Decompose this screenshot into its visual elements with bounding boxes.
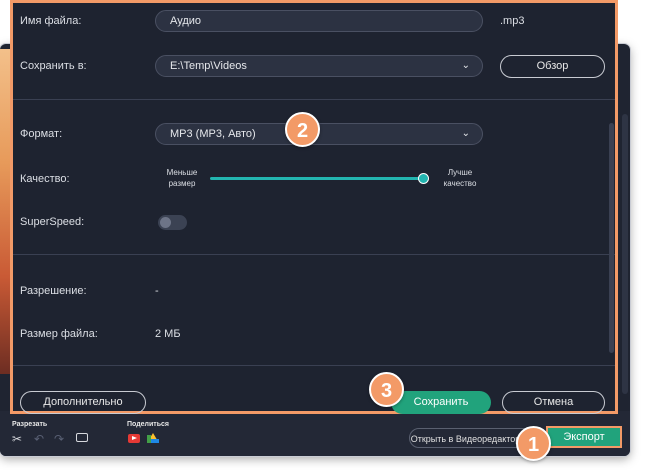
quality-min-label: Меньше размер xyxy=(166,168,198,188)
resolution-label: Разрешение: xyxy=(20,285,87,297)
quality-max-label: Лучше качество xyxy=(443,168,477,188)
callout-1: 1 xyxy=(516,426,551,461)
quality-slider-thumb[interactable] xyxy=(418,173,429,184)
save-to-value: E:\Temp\Videos xyxy=(170,60,247,72)
chevron-down-icon: ⌄ xyxy=(461,60,470,71)
youtube-icon[interactable] xyxy=(128,434,140,443)
preview-image xyxy=(0,49,10,374)
scissors-icon[interactable]: ✂ xyxy=(12,432,22,446)
browse-button[interactable]: Обзор xyxy=(500,55,605,78)
divider xyxy=(13,254,615,255)
callout-2: 2 xyxy=(285,112,320,147)
filename-input[interactable]: Аудио xyxy=(155,10,483,32)
superspeed-label: SuperSpeed: xyxy=(20,216,85,228)
save-to-select[interactable]: E:\Temp\Videos ⌄ xyxy=(155,55,483,77)
chevron-down-icon: ⌄ xyxy=(461,128,470,139)
app-scrollbar[interactable] xyxy=(622,114,628,394)
format-value: MP3 (MP3, Авто) xyxy=(170,128,256,140)
filename-value: Аудио xyxy=(170,15,202,27)
undo-icon[interactable]: ↶ xyxy=(34,432,44,446)
camera-icon[interactable] xyxy=(76,433,88,442)
filesize-label: Размер файла: xyxy=(20,328,98,340)
redo-icon[interactable]: ↷ xyxy=(54,432,64,446)
export-dialog: Имя файла: Аудио .mp3 Сохранить в: E:\Te… xyxy=(10,0,618,414)
quality-slider-track[interactable] xyxy=(210,177,423,180)
callout-3: 3 xyxy=(369,372,404,407)
advanced-button[interactable]: Дополнительно xyxy=(20,391,146,414)
export-button[interactable]: Экспорт xyxy=(546,426,622,448)
save-button[interactable]: Сохранить xyxy=(391,391,491,414)
divider xyxy=(13,99,615,100)
superspeed-toggle-knob xyxy=(160,217,171,228)
filesize-value: 2 МБ xyxy=(155,328,181,340)
save-to-label: Сохранить в: xyxy=(20,60,87,72)
cut-label: Разрезать xyxy=(12,421,48,428)
filename-label: Имя файла: xyxy=(20,15,82,27)
cancel-button[interactable]: Отмена xyxy=(502,391,605,414)
dialog-scrollbar[interactable] xyxy=(609,123,614,353)
resolution-value: - xyxy=(155,285,159,297)
divider xyxy=(13,365,615,366)
format-label: Формат: xyxy=(20,128,63,140)
quality-label: Качество: xyxy=(20,173,70,185)
share-label: Поделиться xyxy=(127,421,170,428)
google-drive-icon[interactable] xyxy=(147,433,159,443)
file-extension: .mp3 xyxy=(500,15,525,27)
